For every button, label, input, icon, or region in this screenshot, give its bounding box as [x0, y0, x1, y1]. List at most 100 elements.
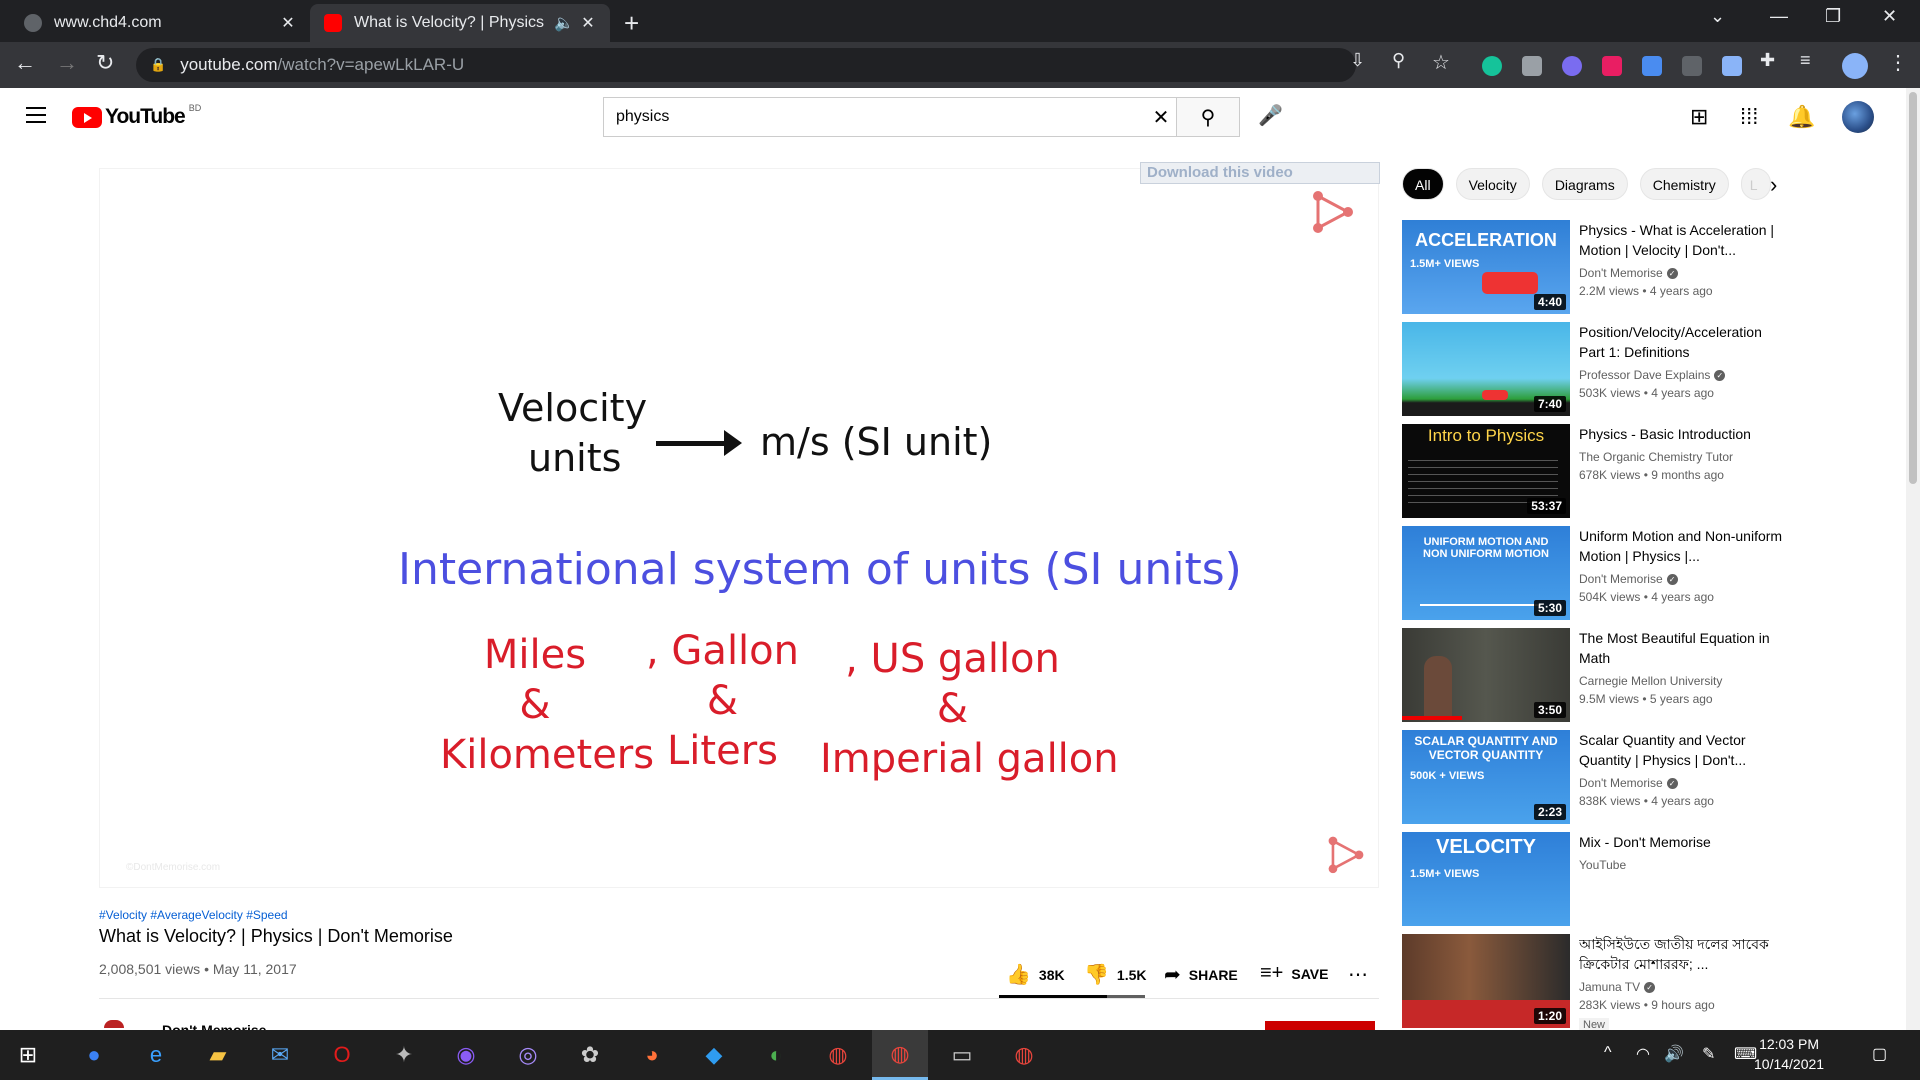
reload-icon[interactable]: ↻ [96, 50, 114, 76]
apps-grid-icon[interactable]: ⁞⁞⁞ [1740, 104, 1758, 130]
bookmark-star-icon[interactable]: ☆ [1432, 50, 1450, 75]
page-scrollbar[interactable] [1906, 88, 1920, 1030]
tab-chd4[interactable]: www.chd4.com ✕ [10, 4, 310, 42]
rec-channel[interactable]: The Organic Chemistry Tutor [1579, 450, 1733, 464]
recommended-video[interactable]: Intro to Physics 53:37 Physics - Basic I… [1402, 424, 1802, 518]
mute-tab-icon[interactable]: 🔈 [554, 13, 574, 33]
chip-diagrams[interactable]: Diagrams [1541, 168, 1628, 200]
download-video-bar[interactable]: Download this video [1140, 162, 1380, 184]
video-player[interactable] [99, 168, 1379, 888]
video-thumbnail[interactable]: UNIFORM MOTION AND NON UNIFORM MOTION 5:… [1402, 526, 1570, 620]
github-icon[interactable]: ◎ [500, 1030, 556, 1080]
grammarly-icon[interactable] [1482, 56, 1502, 76]
satellite-icon[interactable]: ✦ [376, 1030, 432, 1080]
rec-channel[interactable]: Don't Memorise ✓ [1579, 572, 1678, 586]
video-thumbnail[interactable]: SCALAR QUANTITY AND VECTOR QUANTITY 500K… [1402, 730, 1570, 824]
back-icon[interactable]: ← [14, 50, 36, 76]
address-bar[interactable]: 🔒 youtube.com/watch?v=apewLkLAR-U [136, 48, 1356, 82]
notifications-icon[interactable]: ▢ [1872, 1044, 1887, 1064]
rec-channel[interactable]: Don't Memorise ✓ [1579, 266, 1678, 280]
video-thumbnail[interactable]: 3:50 [1402, 628, 1570, 722]
rec-channel[interactable]: Professor Dave Explains ✓ [1579, 368, 1726, 382]
forward-icon[interactable]: → [56, 50, 78, 76]
profile-avatar[interactable] [1842, 53, 1868, 79]
reading-list-icon[interactable]: ≡ [1800, 50, 1811, 71]
video-thumbnail[interactable]: ACCELERATION 1.5M+ VIEWS 4:40 [1402, 220, 1570, 314]
pen-tray-icon[interactable]: ✎ [1702, 1044, 1715, 1064]
rec-channel[interactable]: Don't Memorise ✓ [1579, 776, 1678, 790]
recommended-video[interactable]: SCALAR QUANTITY AND VECTOR QUANTITY 500K… [1402, 730, 1802, 824]
puzzle-extensions-icon[interactable]: ✚ [1760, 50, 1775, 71]
video-thumbnail[interactable]: 1:20 [1402, 934, 1570, 1028]
search-input[interactable]: physics [604, 108, 1146, 126]
messenger-icon[interactable]: ◉ [438, 1030, 494, 1080]
chip-more[interactable]: L [1740, 168, 1771, 200]
menu-kebab-icon[interactable]: ⋮ [1888, 50, 1908, 75]
chip-all[interactable]: All [1402, 168, 1444, 200]
opera-icon[interactable]: O [314, 1030, 370, 1080]
close-window-button[interactable]: ✕ [1882, 6, 1897, 27]
recommended-video[interactable]: 3:50 The Most Beautiful Equation in Math… [1402, 628, 1802, 722]
share-button[interactable]: ➦ SHARE [1164, 962, 1238, 987]
app-icon[interactable]: ◐ [748, 1030, 804, 1080]
account-avatar[interactable] [1842, 101, 1874, 133]
system-clock[interactable]: 12:03 PM 10/14/2021 [1754, 1034, 1824, 1074]
rec-channel[interactable]: YouTube [1579, 858, 1626, 872]
microphone-icon[interactable]: 🎤 [1258, 103, 1283, 128]
video-thumbnail[interactable]: Intro to Physics 53:37 [1402, 424, 1570, 518]
channel-avatar[interactable] [104, 1020, 124, 1028]
terminal-icon[interactable]: ▭ [934, 1030, 990, 1080]
chrome-icon[interactable]: ◍ [810, 1030, 866, 1080]
zoom-icon[interactable]: ⚲ [1392, 50, 1405, 71]
chrome-profile-icon[interactable]: ◍ [996, 1030, 1052, 1080]
play-extension-icon[interactable] [1602, 56, 1622, 76]
tab-youtube[interactable]: What is Velocity? | Physics | Don't Memo… [310, 4, 610, 42]
pen-icon[interactable] [1722, 56, 1742, 76]
clear-search-icon[interactable]: ✕ [1146, 105, 1176, 130]
search-button[interactable]: ⚲ [1176, 97, 1240, 137]
chrome-active-icon[interactable]: ◍ [872, 1030, 928, 1080]
restore-button[interactable]: ❐ [1825, 6, 1841, 27]
volume-icon[interactable]: 🔊 [1664, 1044, 1684, 1064]
tray-chevron-icon[interactable]: ^ [1604, 1044, 1612, 1062]
hamburger-menu-icon[interactable] [26, 107, 46, 128]
firefox-icon[interactable]: ◕ [624, 1030, 680, 1080]
rec-channel[interactable]: Carnegie Mellon University [1579, 674, 1722, 688]
close-tab-icon[interactable]: ✕ [580, 13, 596, 33]
like-button[interactable]: 👍 38K [1006, 962, 1065, 987]
recommended-video[interactable]: ACCELERATION 1.5M+ VIEWS 4:40 Physics - … [1402, 220, 1802, 314]
wifi-icon[interactable]: ◠ [1636, 1044, 1650, 1064]
download-extension-icon[interactable] [1642, 56, 1662, 76]
mail-icon[interactable]: ✉ [252, 1030, 308, 1080]
more-actions-button[interactable]: ⋯ [1348, 962, 1376, 987]
rec-channel[interactable]: Jamuna TV ✓ [1579, 980, 1656, 994]
app-icon[interactable]: ✿ [562, 1030, 618, 1080]
youtube-logo[interactable]: YouTube BD [72, 103, 201, 129]
recommended-video[interactable]: 7:40 Position/Velocity/Acceleration Part… [1402, 322, 1802, 416]
video-thumbnail[interactable]: 7:40 [1402, 322, 1570, 416]
video-hashtags[interactable]: #Velocity #AverageVelocity #Speed [99, 908, 288, 922]
notifications-bell-icon[interactable]: 🔔 [1788, 104, 1815, 130]
close-tab-icon[interactable]: ✕ [280, 13, 296, 33]
extension-icon[interactable] [1682, 56, 1702, 76]
video-thumbnail[interactable]: VELOCITY 1.5M+ VIEWS [1402, 832, 1570, 926]
recommended-video[interactable]: UNIFORM MOTION AND NON UNIFORM MOTION 5:… [1402, 526, 1802, 620]
dislike-button[interactable]: 👎 1.5K [1084, 962, 1146, 987]
chevron-right-icon[interactable]: › [1770, 172, 1777, 198]
tab-search-icon[interactable]: ⌄ [1710, 6, 1725, 27]
recommended-video[interactable]: 1:20 আইসিইউতে জাতীয় দলের সাবেক ক্রিকেটা… [1402, 934, 1802, 1032]
create-video-icon[interactable]: ⊞ [1690, 104, 1708, 130]
vscode-icon[interactable]: ◆ [686, 1030, 742, 1080]
minimize-button[interactable]: — [1770, 6, 1788, 27]
file-explorer-icon[interactable]: ▰ [190, 1030, 246, 1080]
extension-icon[interactable] [1562, 56, 1582, 76]
chip-velocity[interactable]: Velocity [1455, 168, 1530, 200]
edge-icon[interactable]: e [128, 1030, 184, 1080]
chip-chemistry[interactable]: Chemistry [1639, 168, 1729, 200]
qbittorrent-icon[interactable]: ● [66, 1030, 122, 1080]
install-icon[interactable]: ⇩ [1350, 50, 1365, 71]
new-tab-button[interactable]: + [624, 8, 639, 39]
search-box[interactable]: physics ✕ [603, 97, 1177, 137]
recommended-video[interactable]: VELOCITY 1.5M+ VIEWS Mix - Don't Memoris… [1402, 832, 1802, 926]
save-button[interactable]: ≡+ SAVE [1260, 962, 1328, 985]
